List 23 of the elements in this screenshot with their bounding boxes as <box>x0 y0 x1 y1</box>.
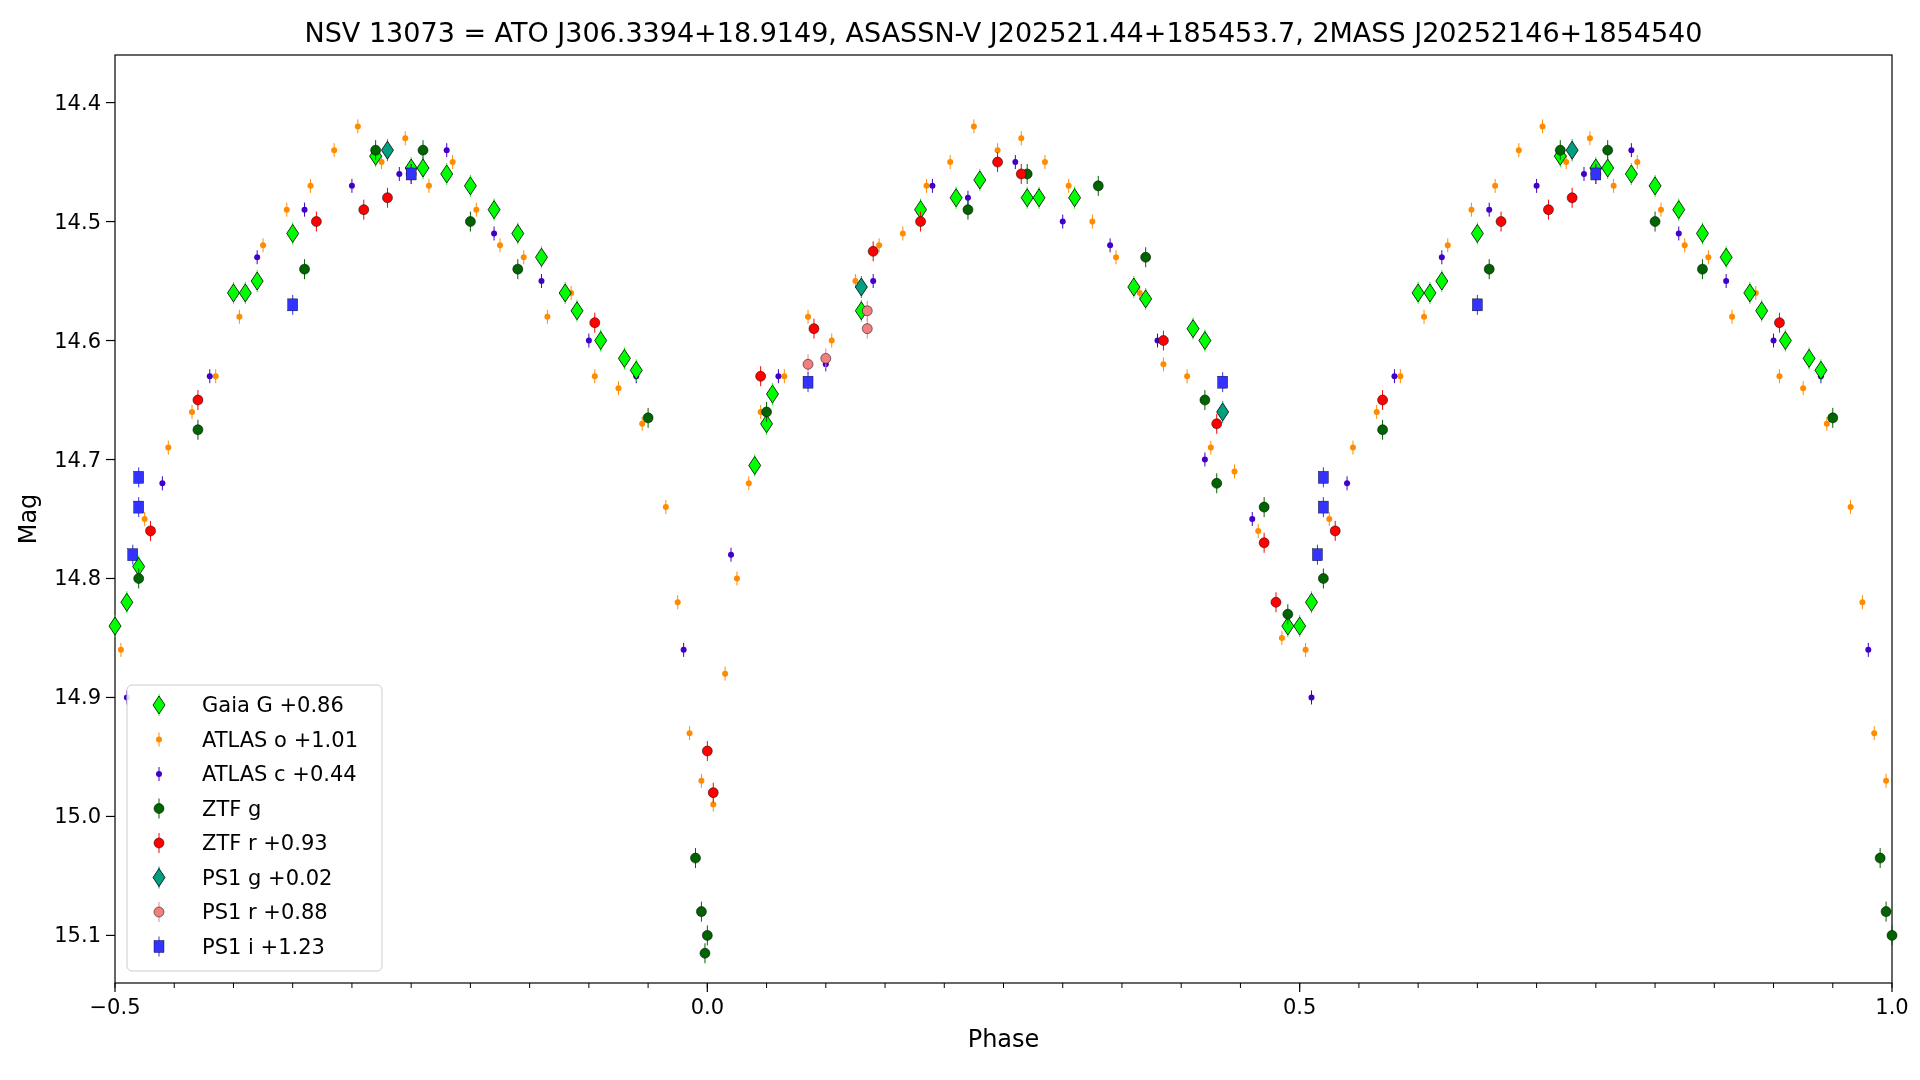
y-tick-label: 14.8 <box>54 566 101 591</box>
legend-label: ATLAS o +1.01 <box>202 727 358 752</box>
legend-label: ZTF g <box>202 796 262 821</box>
y-tick-label: 14.6 <box>54 328 101 353</box>
legend-label: PS1 i +1.23 <box>202 934 325 959</box>
y-tick-label: 14.7 <box>54 447 101 472</box>
legend-label: PS1 r +0.88 <box>202 900 328 924</box>
y-axis-label: Mag <box>14 493 42 545</box>
y-tick-label: 14.9 <box>54 685 101 710</box>
legend-label: ZTF r +0.93 <box>202 831 328 855</box>
legend-label: ATLAS c +0.44 <box>202 762 357 786</box>
legend-label: PS1 g +0.02 <box>202 865 333 890</box>
x-tick-label: −0.5 <box>89 995 141 1019</box>
y-tick-label: 14.5 <box>54 209 101 234</box>
x-tick-label: 0.0 <box>690 995 725 1019</box>
chart-title: NSV 13073 = ATO J306.3394+18.9149, ASASSN-V J202521.44+185453.7, 2MASS J20252146+1854540 <box>304 17 1703 48</box>
x-axis-label: Phase <box>967 1025 1040 1053</box>
x-tick-label: 0.5 <box>1282 995 1317 1019</box>
x-tick-label: 1.0 <box>1875 995 1909 1019</box>
y-tick-label: 15.1 <box>54 923 101 948</box>
y-tick-label: 15.0 <box>54 804 101 829</box>
legend-label: Gaia G +0.86 <box>202 693 344 717</box>
y-tick-label: 14.4 <box>54 90 101 115</box>
